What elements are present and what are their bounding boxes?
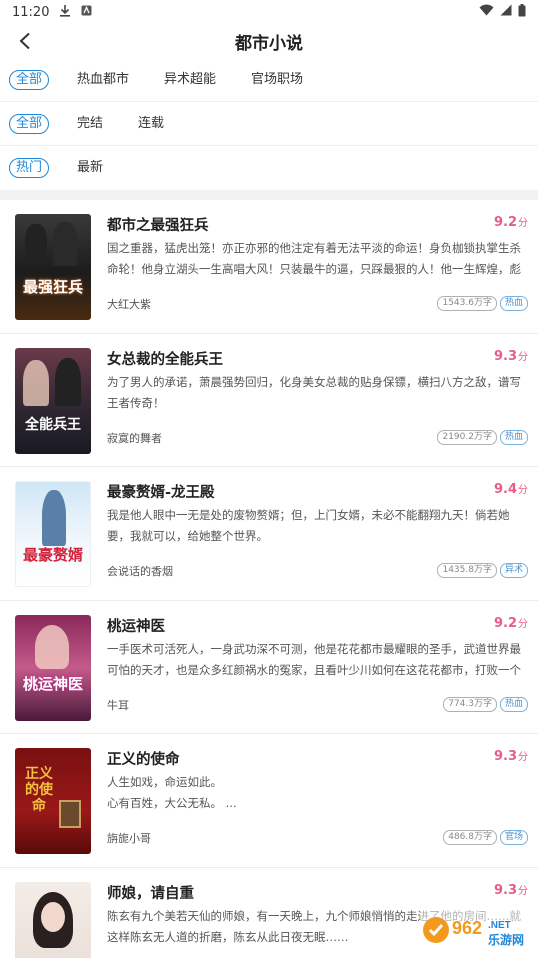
book-title: 桃运神医: [107, 618, 165, 635]
book-description: 为了男人的承诺，萧晨强势回归，化身美女总裁的贴身保镖，横扫八方之敌，谱写王者传奇…: [107, 374, 521, 410]
category-badge: 热血: [499, 696, 528, 712]
book-item[interactable]: 全能兵王 女总裁的全能兵王 9.3分 为了男人的承诺，萧晨强势回归，化身美女总裁…: [0, 334, 538, 467]
book-score: 9.3分: [493, 882, 528, 898]
book-item[interactable]: 最强狂兵 都市之最强狂兵 9.2分 国之重器，猛虎出笼！亦正亦邪的他注定有着无法…: [0, 200, 538, 334]
site-logo-icon: 962 .NET 乐游网: [420, 908, 532, 952]
word-count-badge: 774.3万字: [443, 696, 497, 712]
book-title: 正义的使命: [107, 752, 180, 768]
word-count-badge: 1435.8万字: [437, 563, 497, 578]
book-tags: 2190.2万字 热血: [437, 429, 528, 445]
signal-icon: [500, 4, 512, 20]
book-description: 国之重器，猛虎出笼！亦正亦邪的他注定有着无法平淡的命运！身负枷锁执掌生杀命轮！他…: [107, 241, 521, 276]
filter-chip-supernatural[interactable]: 异术超能: [157, 70, 223, 90]
word-count-badge: 2190.2万字: [437, 429, 497, 445]
filter-row-status: 全部 完结 连载: [0, 102, 538, 146]
book-cover: 最强狂兵: [15, 214, 91, 320]
filter-chip-officialdom[interactable]: 官场职场: [244, 70, 310, 90]
book-cover: [15, 881, 91, 958]
download-icon: [59, 4, 71, 21]
filter-chip-popular[interactable]: 热门: [9, 158, 50, 178]
book-author: 旃旎小哥: [107, 832, 151, 845]
svg-text:.NET: .NET: [488, 920, 511, 931]
filter-chip-serializing[interactable]: 连载: [131, 114, 171, 134]
book-author: 会说话的香烟: [107, 565, 173, 578]
book-cover: 正义的使命: [15, 748, 91, 854]
book-score: 9.4分: [493, 482, 528, 497]
section-divider: [0, 190, 538, 200]
book-tags: 1435.8万字 异术: [437, 563, 528, 578]
book-title: 女总裁的全能兵王: [107, 351, 223, 368]
book-title: 都市之最强狂兵: [107, 218, 209, 234]
book-description: 人生如戏，命运如此。 心有百姓，大公无私。 ...: [107, 775, 237, 810]
status-time: 11:20: [12, 4, 50, 20]
book-title: 最豪赘婿-龙王殿: [107, 485, 215, 501]
svg-text:962: 962: [452, 918, 482, 938]
app-bar: 都市小说: [0, 24, 538, 58]
battery-icon: [518, 3, 526, 21]
filter-row-sort: 热门 最新: [0, 146, 538, 190]
filter-chip-category-all[interactable]: 全部: [9, 69, 50, 90]
book-cover: 全能兵王: [15, 347, 91, 454]
book-tags: 486.8万字 官场: [443, 830, 528, 845]
filter-chip-completed[interactable]: 完结: [70, 114, 110, 134]
book-score: 9.3分: [493, 749, 528, 764]
filter-chip-latest[interactable]: 最新: [70, 158, 110, 178]
back-arrow-icon: [19, 32, 30, 50]
book-author: 牛耳: [107, 698, 129, 712]
book-score: 9.3分: [493, 348, 528, 364]
book-item[interactable]: 最豪赘婿 最豪赘婿-龙王殿 9.4分 我是他人眼中一无是处的废物赘婿；但，上门女…: [0, 467, 538, 601]
page-title: 都市小说: [235, 33, 303, 54]
book-score: 9.2分: [493, 615, 528, 631]
book-tags: 1543.6万字 热血: [437, 296, 528, 311]
book-cover: 桃运神医: [15, 614, 91, 721]
filter-chip-status-all[interactable]: 全部: [9, 113, 50, 134]
category-badge: 热血: [499, 429, 528, 445]
filter-row-category: 全部 热血都市 异术超能 官场职场: [0, 58, 538, 102]
book-title: 师娘，请自重: [107, 885, 194, 902]
status-bar: 11:20: [0, 0, 538, 24]
book-cover: 最豪赘婿: [15, 481, 91, 587]
category-badge: 热血: [499, 296, 528, 311]
category-badge: 官场: [499, 830, 528, 845]
book-author: 大红大紫: [107, 298, 151, 311]
category-badge: 异术: [499, 563, 528, 578]
wifi-icon: [479, 4, 494, 20]
book-item[interactable]: 正义的使命 正义的使命 9.3分 人生如戏，命运如此。 心有百姓，大公无私。 .…: [0, 734, 538, 868]
back-button[interactable]: [12, 28, 38, 54]
word-count-badge: 1543.6万字: [437, 296, 497, 311]
book-description: 我是他人眼中一无是处的废物赘婿；但，上门女婿，未必不能翻翔九天！倘若她要，我就可…: [107, 508, 510, 543]
book-list: 最强狂兵 都市之最强狂兵 9.2分 国之重器，猛虎出笼！亦正亦邪的他注定有着无法…: [0, 200, 538, 958]
notification-icon: [81, 5, 92, 20]
word-count-badge: 486.8万字: [443, 830, 497, 845]
book-author: 寂寞的舞者: [107, 431, 162, 445]
watermark-logo: 962 .NET 乐游网: [420, 908, 532, 952]
book-description: 一手医术可活死人，一身武功深不可测，他是花花都市最耀眼的圣手，武道世界最可怕的天…: [107, 641, 521, 677]
filter-chip-hot-city[interactable]: 热血都市: [70, 70, 136, 90]
book-score: 9.2分: [493, 215, 528, 230]
svg-text:乐游网: 乐游网: [488, 932, 524, 947]
book-tags: 774.3万字 热血: [443, 696, 528, 712]
book-item[interactable]: 桃运神医 桃运神医 9.2分 一手医术可活死人，一身武功深不可测，他是花花都市最…: [0, 601, 538, 734]
